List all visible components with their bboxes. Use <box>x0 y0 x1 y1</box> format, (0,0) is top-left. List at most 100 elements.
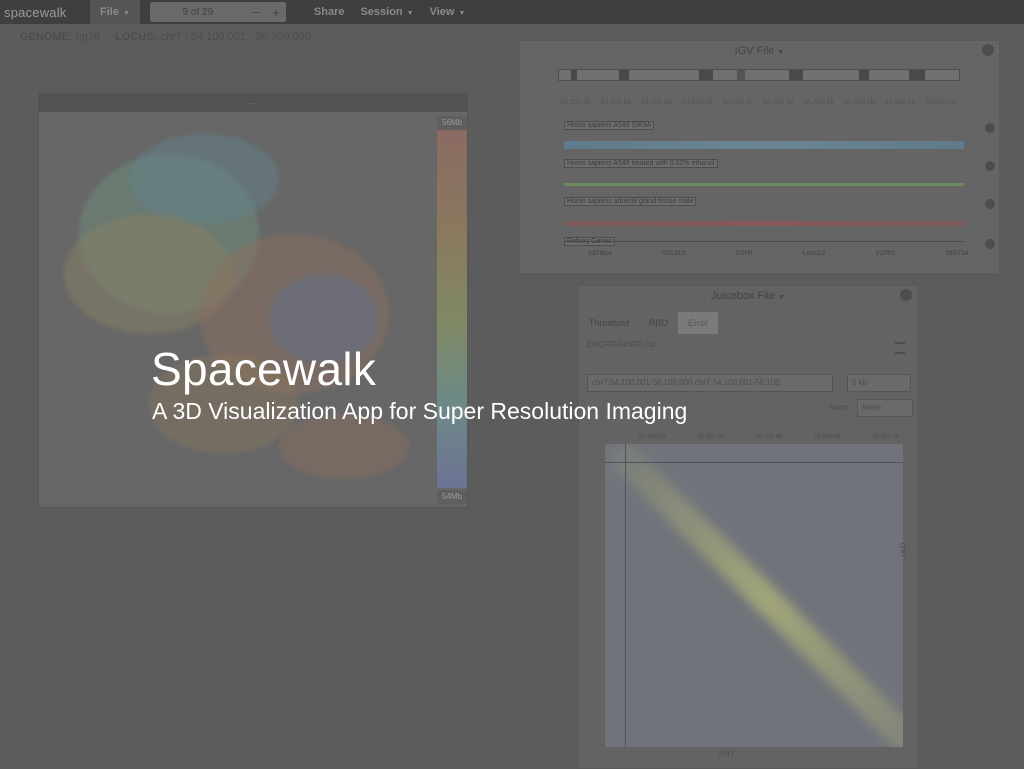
track-name[interactable]: Homo sapiens adrenal gland tissue male <box>564 197 697 206</box>
locus-value: chr7 : 54,100,001 - 56,300,000 <box>160 31 311 43</box>
juicebox-tabs: Threshold RBD Error <box>579 312 917 334</box>
heatmap-tick: 55,000 kb <box>697 434 724 440</box>
gene-name[interactable]: VOPP1 <box>876 251 896 257</box>
heatmap-gridline <box>625 444 626 747</box>
genome-locus-bar: GENOME: hg38 LOCUS: chr7 : 54,100,001 - 56… <box>20 31 323 43</box>
ruler-tick: 55,800 kb <box>884 99 916 106</box>
gene-name[interactable]: SEPT14 <box>946 251 968 257</box>
ruler-tick: 56,000 kb <box>925 99 956 106</box>
caret-down-icon: ▼ <box>777 49 785 56</box>
track-signal <box>564 221 964 226</box>
gene-line <box>564 241 964 242</box>
panel-drag-handle[interactable]: ⋯ <box>39 94 467 112</box>
gear-icon[interactable] <box>985 161 995 171</box>
locus-label: LOCUS: <box>115 31 158 43</box>
trace-value[interactable]: 9 of 29 <box>150 7 246 18</box>
gene-name[interactable]: LANCL2 <box>803 251 826 257</box>
overlay-title: Spacewalk <box>151 343 377 395</box>
track-name[interactable]: Homo sapiens A549 SIK3A <box>564 121 655 130</box>
track-name[interactable]: Homo sapiens A549 treated with 0.02% eth… <box>564 159 718 168</box>
gene-names: VSTM2A SEC61G EGFR LANCL2 VOPP1 SEPT14 <box>588 251 968 257</box>
caret-down-icon: ▼ <box>778 294 786 301</box>
trace-increment-button[interactable]: + <box>266 5 286 20</box>
view-menu[interactable]: View ▼ <box>430 6 466 18</box>
trace-decrement-button[interactable]: − <box>246 5 266 20</box>
gear-icon[interactable] <box>985 199 995 209</box>
gene-name[interactable]: VSTM2A <box>588 251 612 257</box>
track-signal <box>564 183 964 186</box>
caret-down-icon: ▼ <box>122 10 130 17</box>
app-brand[interactable]: spacewalk <box>0 5 90 20</box>
caret-down-icon: ▼ <box>458 10 466 17</box>
juicebox-locus-input[interactable]: chr7:54,100,001-56,100,000 chr7:54,100,0… <box>587 374 833 392</box>
igv-panel-header[interactable]: IGV File ▼ <box>520 41 999 61</box>
igv-file-menu[interactable]: IGV File <box>735 45 775 57</box>
hamburger-menu-icon[interactable] <box>895 342 905 354</box>
igv-track[interactable]: Homo sapiens A549 SIK3A <box>528 121 995 153</box>
ruler-tick: 54,600 kb <box>641 99 672 106</box>
juicebox-panel-header[interactable]: Juicebox File ▼ <box>579 286 917 306</box>
tab-rbd[interactable]: RBD <box>639 312 678 334</box>
ruler-tick: 55,600 kb <box>844 99 875 106</box>
heatmap-diagonal <box>606 444 903 747</box>
contact-heatmap[interactable] <box>605 444 903 747</box>
caret-down-icon: ▼ <box>406 10 414 17</box>
igv-track[interactable]: Homo sapiens A549 treated with 0.02% eth… <box>528 159 995 191</box>
igv-track[interactable]: Homo sapiens adrenal gland tissue male <box>528 197 995 229</box>
gene-name[interactable]: SEC61G <box>662 251 686 257</box>
genome-label: GENOME: <box>20 31 73 43</box>
overlay-subtitle: A 3D Visualization App for Super Resolut… <box>152 398 688 424</box>
close-icon[interactable] <box>900 289 912 301</box>
trace-select[interactable]: 9 of 29 − + <box>149 2 286 22</box>
ideogram-band <box>571 70 577 80</box>
igv-ruler: 54,200 kb 54,400 kb 54,600 kb 54,800 kb … <box>560 99 956 106</box>
heatmap-tick: 56,200 kb <box>872 434 899 440</box>
file-menu-label: File <box>100 6 119 18</box>
ideogram-band <box>699 70 713 80</box>
norm-label: Norm <box>829 403 849 412</box>
ruler-tick: 55,400 kb <box>803 99 835 106</box>
juicebox-panel[interactable]: Juicebox File ▼ Threshold RBD Error ENCFF… <box>578 285 918 769</box>
file-menu[interactable]: File ▼ <box>90 0 140 24</box>
share-menu[interactable]: Share <box>314 6 345 18</box>
contact-map-name: ENCFF591NFR.hic <box>587 340 656 349</box>
genome-value: hg38 <box>75 31 101 43</box>
ruler-tick: 55,000 kb <box>722 99 754 106</box>
gene-name[interactable]: EGFR <box>736 251 753 257</box>
colorbar-ramp[interactable] <box>437 130 467 488</box>
tab-threshold[interactable]: Threshold <box>579 312 639 334</box>
track-signal <box>564 141 964 149</box>
igv-gene-track[interactable]: Refseq Genes VSTM2A SEC61G EGFR LANCL2 V… <box>528 237 995 269</box>
heatmap-y-axis-label: chr7 <box>898 542 908 559</box>
tab-error[interactable]: Error <box>678 312 719 334</box>
view-menu-label: View <box>429 6 455 18</box>
juicebox-file-menu[interactable]: Juicebox File <box>711 290 775 302</box>
genomic-colorbar[interactable]: 56Mb 54Mb <box>437 114 467 504</box>
heatmap-tick: 55,800 kb <box>814 434 841 440</box>
ideogram-centromere <box>737 70 745 80</box>
close-icon[interactable] <box>982 44 994 56</box>
normalization-select[interactable]: None <box>857 399 913 417</box>
gear-icon[interactable] <box>985 239 995 249</box>
gear-icon[interactable] <box>985 123 995 133</box>
resolution-select[interactable]: 5 kb <box>847 374 911 392</box>
igv-panel[interactable]: IGV File ▼ 54,200 kb 54,400 kb 54,600 kb … <box>519 40 1000 274</box>
ideogram-band <box>789 70 803 80</box>
colorbar-bottom-label: 54Mb <box>437 490 467 504</box>
heatmap-x-axis-label: chr7 <box>719 749 735 758</box>
chromosome-ideogram[interactable] <box>558 69 960 81</box>
ideogram-band <box>619 70 629 80</box>
heatmap-tick: 54,600 kb <box>639 434 666 440</box>
three-d-viewer-panel[interactable]: ⋯ 56Mb 54Mb <box>38 93 468 508</box>
point-cloud-cluster <box>129 134 279 224</box>
session-menu[interactable]: Session ▼ <box>360 6 413 18</box>
heatmap-tick: 55,400 kb <box>755 434 783 440</box>
ruler-tick: 54,200 kb <box>560 99 591 106</box>
colorbar-top-label: 56Mb <box>437 116 467 130</box>
ruler-tick: 54,800 kb <box>681 99 713 106</box>
heatmap-top-ruler: 54,600 kb 55,000 kb 55,400 kb 55,800 kb … <box>639 434 899 440</box>
ideogram-band <box>909 70 925 80</box>
ruler-tick: 55,200 kb <box>762 99 794 106</box>
ideogram-band <box>859 70 869 80</box>
heatmap-gridline <box>605 462 903 463</box>
